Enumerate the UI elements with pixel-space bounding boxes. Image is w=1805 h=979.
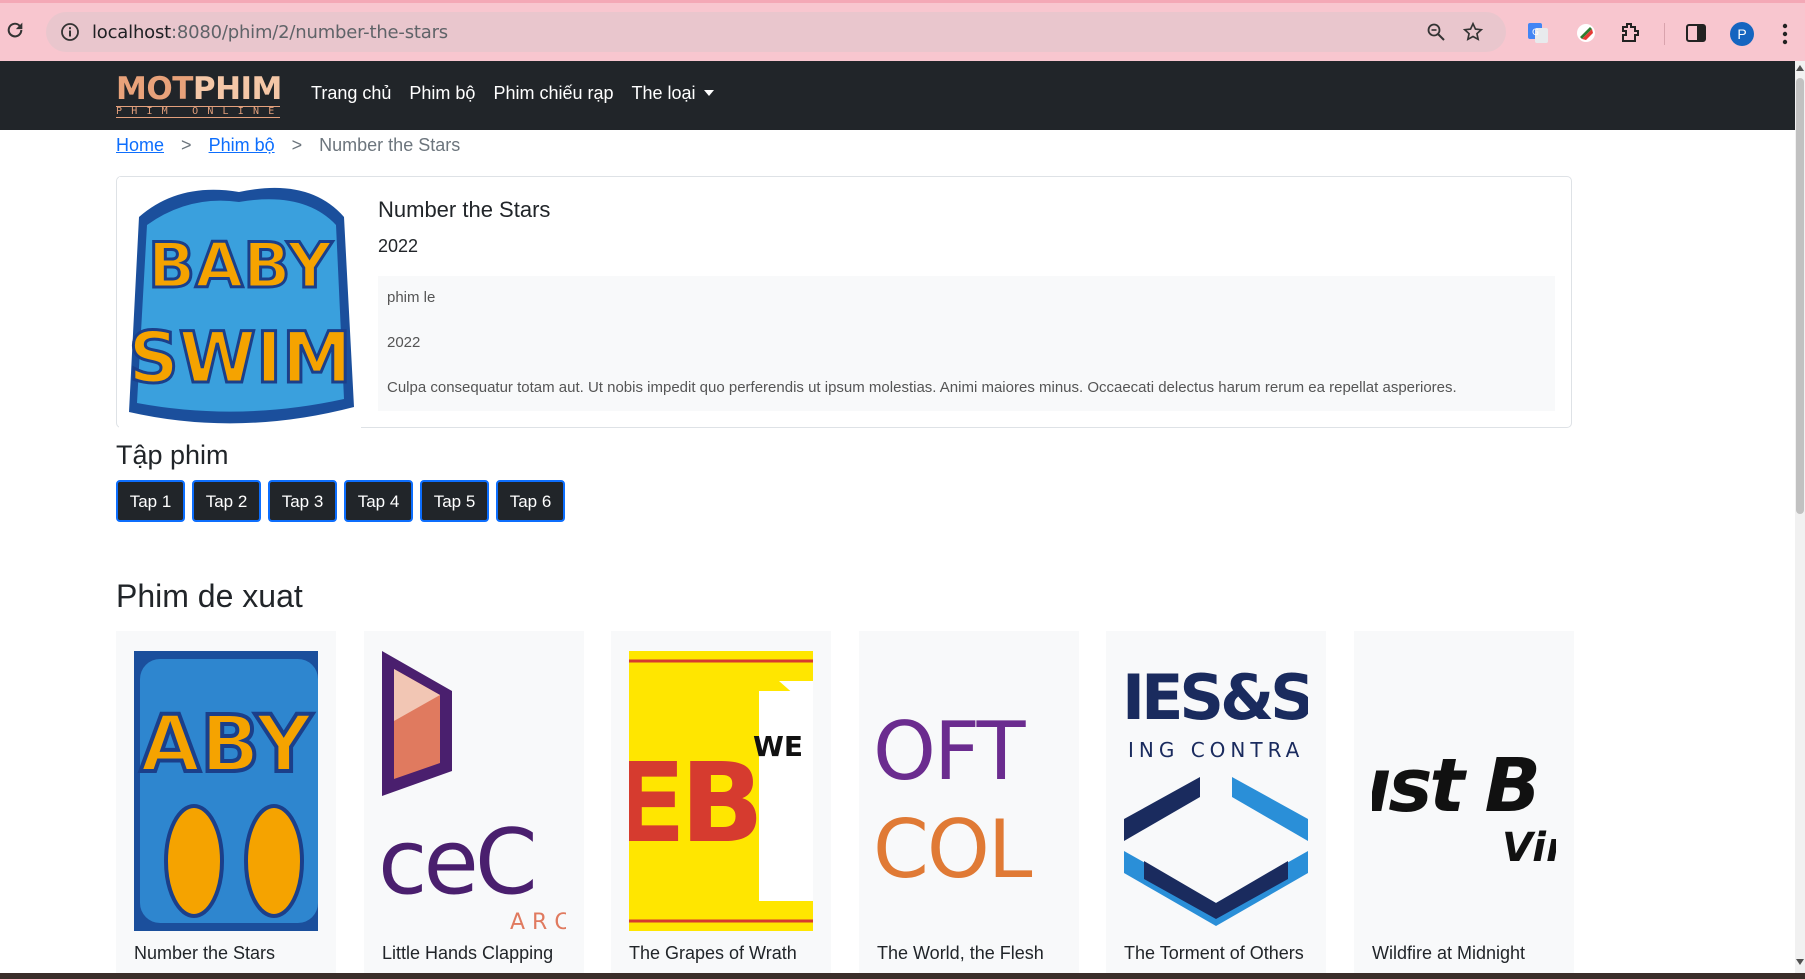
suggested-movie-card[interactable]: OFT COL The World, the Flesh	[859, 631, 1079, 979]
movie-name[interactable]: The World, the Flesh	[877, 943, 1044, 964]
movie-title: Number the Stars	[378, 197, 551, 222]
google-translate-icon[interactable]: G	[1526, 21, 1550, 45]
url-path: :8080/phim/2/number-the-stars	[171, 22, 448, 43]
episode-button-4[interactable]: Tap 4	[344, 480, 413, 522]
suggested-heading: Phim de xuat	[116, 578, 303, 614]
scroll-down-arrow-icon[interactable]	[1796, 959, 1804, 965]
breadcrumb-category[interactable]: Phim bộ	[209, 135, 275, 155]
movie-type: phim le	[387, 289, 436, 306]
bookmark-star-icon[interactable]	[1462, 21, 1484, 43]
movie-name[interactable]: Wildfire at Midnight	[1372, 943, 1525, 964]
suggested-movie-card[interactable]: EB WE The Grapes of Wrath	[611, 631, 831, 979]
movie-name[interactable]: The Grapes of Wrath	[629, 943, 797, 964]
breadcrumb-separator: >	[181, 135, 192, 155]
movie-thumbnail: ıst B Vir	[1372, 651, 1556, 931]
scroll-up-arrow-icon[interactable]	[1796, 65, 1804, 71]
thumbnail-subtext: WE	[753, 730, 803, 763]
caret-down-icon	[703, 90, 714, 96]
page-scrollbar[interactable]	[1795, 61, 1805, 979]
zoom-icon[interactable]	[1426, 22, 1446, 42]
profile-avatar[interactable]: P	[1730, 22, 1754, 46]
thumbnail-subtext: ING CONTRA	[1128, 738, 1304, 762]
breadcrumb-current: Number the Stars	[319, 135, 461, 155]
movie-meta-year: 2022	[387, 334, 421, 351]
thumbnail-subtext: COL	[877, 803, 1033, 896]
thumbnail-text: ABY	[140, 700, 314, 790]
episode-button-5[interactable]: Tap 5	[420, 480, 489, 522]
breadcrumb-separator: >	[291, 135, 303, 155]
colorful-extension-icon[interactable]	[1574, 21, 1598, 45]
site-logo[interactable]: MOTPHIM PHIM ONLINE	[116, 73, 282, 118]
suggested-movie-card[interactable]: ABY Number the Stars	[116, 631, 336, 979]
thumbnail-text: IES&SC	[1124, 661, 1308, 734]
nav-dropdown-genre[interactable]: The loại	[632, 83, 714, 104]
movie-name[interactable]: The Torment of Others	[1124, 943, 1304, 964]
thumbnail-subtext: A R C	[510, 910, 566, 931]
browser-toolbar: localhost:8080/phim/2/number-the-stars G…	[0, 0, 1805, 61]
thumbnail-text: OFT	[877, 705, 1027, 798]
episode-button-2[interactable]: Tap 2	[192, 480, 261, 522]
reload-icon[interactable]	[4, 19, 26, 41]
breadcrumb: Home > Phim bộ > Number the Stars	[116, 135, 460, 156]
breadcrumb-home[interactable]: Home	[116, 135, 164, 155]
movie-detail-card: BABY SWIM Number the Stars 2022 phim le …	[116, 176, 1572, 429]
scrollbar-thumb[interactable]	[1796, 78, 1804, 514]
url-host: localhost	[92, 22, 171, 43]
url-text[interactable]: localhost:8080/phim/2/number-the-stars	[92, 22, 448, 43]
movie-thumbnail: IES&SC ING CONTRA	[1124, 651, 1308, 931]
logo-part-a: MOT	[116, 71, 193, 107]
movie-name[interactable]: Little Hands Clapping	[382, 943, 553, 964]
movie-poster: BABY SWIM	[119, 177, 361, 429]
logo-tagline: PHIM ONLINE	[116, 106, 280, 118]
taskbar-edge	[0, 973, 1805, 979]
thumbnail-text: ceC	[382, 810, 534, 915]
movie-thumbnail: EB WE	[629, 651, 813, 931]
svg-text:G: G	[1532, 28, 1539, 38]
thumbnail-text: EB	[629, 739, 758, 867]
movie-thumbnail: OFT COL	[877, 651, 1061, 931]
toolbar-divider	[1664, 23, 1665, 45]
thumbnail-text: ıst B	[1372, 743, 1538, 829]
nav-link-series[interactable]: Phim bộ	[409, 83, 475, 104]
nav-link-home[interactable]: Trang chủ	[311, 83, 391, 104]
poster-text-bottom: SWIM	[128, 317, 351, 399]
suggested-movie-card[interactable]: ıst B Vir Wildfire at Midnight	[1354, 631, 1574, 979]
movie-description: Culpa consequatur totam aut. Ut nobis im…	[387, 379, 1457, 396]
nav-menu: Trang chủ Phim bộ Phim chiếu rạp The loạ…	[311, 83, 732, 104]
logo-wordmark: MOTPHIM	[116, 73, 282, 106]
suggested-movie-card[interactable]: ceC A R C Little Hands Clapping	[364, 631, 584, 979]
episode-list: Tap 1 Tap 2 Tap 3 Tap 4 Tap 5 Tap 6	[116, 480, 572, 522]
movie-thumbnail: ceC A R C	[382, 651, 566, 931]
side-panel-icon[interactable]	[1684, 21, 1708, 45]
site-info-icon[interactable]	[60, 22, 80, 42]
site-navbar: MOTPHIM PHIM ONLINE Trang chủ Phim bộ Ph…	[0, 61, 1795, 130]
episode-button-3[interactable]: Tap 3	[268, 480, 337, 522]
nav-dropdown-label: The loại	[631, 83, 696, 103]
movie-meta-box: phim le 2022 Culpa consequatur totam aut…	[378, 276, 1555, 411]
nav-link-cinema[interactable]: Phim chiếu rạp	[493, 83, 613, 104]
suggested-movie-card[interactable]: IES&SC ING CONTRA The Torment of Others	[1106, 631, 1326, 979]
movie-thumbnail: ABY	[134, 651, 318, 931]
episode-button-1[interactable]: Tap 1	[116, 480, 185, 522]
movie-name[interactable]: Number the Stars	[134, 943, 275, 964]
movie-year: 2022	[378, 236, 419, 256]
episodes-heading: Tập phim	[116, 440, 229, 470]
poster-text-top: BABY	[148, 229, 333, 302]
menu-kebab-icon[interactable]	[1782, 23, 1788, 45]
thumbnail-subtext: Vir	[1502, 825, 1556, 871]
extensions-puzzle-icon[interactable]	[1618, 21, 1642, 45]
logo-part-b: PHIM	[192, 71, 283, 107]
episode-button-6[interactable]: Tap 6	[496, 480, 565, 522]
address-bar[interactable]: localhost:8080/phim/2/number-the-stars	[46, 12, 1506, 52]
